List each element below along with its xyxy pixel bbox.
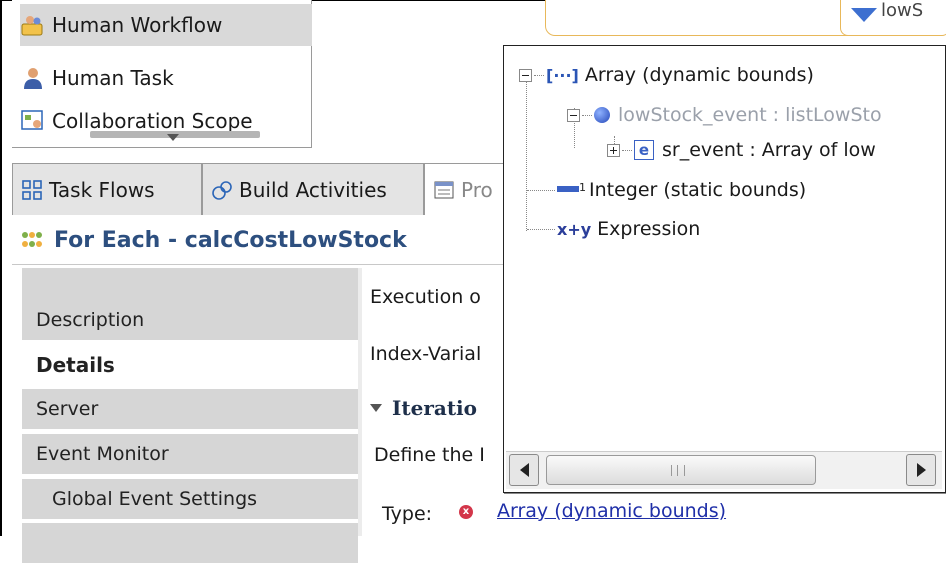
collaboration-scope-icon	[20, 108, 46, 134]
human-workflow-icon	[20, 12, 46, 38]
array-icon: [···]	[546, 65, 579, 85]
for-each-icon	[20, 230, 44, 252]
divider	[12, 264, 512, 265]
tree-node-label: Array (dynamic bounds)	[584, 64, 814, 86]
nav-separator	[358, 268, 362, 536]
index-variable-label: Index-Varial	[370, 343, 482, 365]
tree-node-integer-static[interactable]: 1 Integer (static bounds)	[527, 175, 806, 205]
tab-build-activities[interactable]: Build Activities	[202, 163, 424, 215]
build-activities-icon	[211, 179, 233, 201]
task-flows-icon	[21, 179, 43, 201]
tab-label: Pro	[461, 177, 493, 202]
tab-label: Build Activities	[239, 177, 387, 202]
tree-guide-line	[526, 81, 527, 231]
human-task-icon	[20, 65, 46, 91]
tree-node-label: sr_event : Array of low	[662, 139, 876, 161]
nav-item-label: Global Event Settings	[52, 488, 258, 510]
iteration-section-title: Iteratio	[392, 396, 477, 420]
nav-item-label: Event Monitor	[36, 443, 169, 465]
type-selection-popup: [···] Array (dynamic bounds) lowStock_ev…	[503, 45, 946, 493]
palette-item-human-workflow[interactable]: Human Workflow	[20, 4, 312, 46]
diagram-node[interactable]: lowS	[840, 0, 946, 36]
variable-icon	[594, 107, 610, 123]
scroll-left-button[interactable]	[509, 454, 539, 486]
palette-item-label: Collaboration Scope	[52, 109, 253, 133]
scroll-right-button[interactable]	[906, 454, 936, 486]
nav-item-label: Details	[36, 353, 115, 377]
tree-node-array-dynamic[interactable]: [···] Array (dynamic bounds)	[519, 60, 814, 90]
nav-item-label: Server	[36, 398, 99, 420]
chevron-down-icon[interactable]	[167, 134, 179, 141]
scrollbar-thumb[interactable]	[546, 455, 816, 485]
palette-item-label: Human Task	[52, 66, 174, 90]
tab-properties[interactable]: Pro	[424, 163, 512, 215]
execution-label: Execution o	[370, 286, 481, 308]
properties-icon	[433, 179, 455, 201]
section-title: For Each - calcCostLowStock	[20, 228, 407, 253]
tree-node-sr-event[interactable]: e sr_event : Array of low	[607, 135, 876, 165]
palette-item-label: Human Workflow	[52, 13, 223, 37]
expression-icon: x+y	[557, 219, 592, 239]
expand-triangle-icon	[370, 404, 382, 412]
type-value-link[interactable]: Array (dynamic bounds)	[497, 500, 726, 522]
tab-label: Task Flows	[49, 177, 155, 202]
palette-item-human-task[interactable]: Human Task	[20, 57, 312, 99]
collapse-icon[interactable]	[519, 68, 532, 82]
triangle-icon	[851, 8, 877, 22]
nav-item-global-event-settings[interactable]: Global Event Settings	[22, 479, 358, 521]
tab-task-flows[interactable]: Task Flows	[12, 163, 202, 215]
arrow-right-icon	[916, 463, 926, 477]
error-icon: x	[459, 505, 473, 519]
tree-node-label: Expression	[597, 218, 701, 240]
collapse-icon[interactable]	[567, 108, 580, 122]
tree-node-lowstock-event[interactable]: lowStock_event : listLowSto	[567, 100, 882, 130]
grip-icon	[671, 465, 685, 476]
tree-node-label: Integer (static bounds)	[589, 179, 807, 201]
iteration-section-header[interactable]: Iteratio	[370, 396, 477, 420]
nav-item-description[interactable]: Description	[22, 300, 358, 342]
popup-horizontal-scrollbar[interactable]	[506, 451, 942, 489]
nav-item-server[interactable]: Server	[22, 389, 358, 431]
nav-item-details[interactable]: Details	[22, 345, 358, 387]
section-title-text: For Each - calcCostLowStock	[54, 228, 407, 253]
nav-item-label: Description	[36, 309, 145, 331]
element-icon: e	[634, 140, 654, 160]
arrow-left-icon	[519, 463, 529, 477]
nav-item-event-monitor[interactable]: Event Monitor	[22, 434, 358, 476]
activity-palette: Human Workflow Human Task Collaboration …	[12, 0, 312, 148]
expand-icon[interactable]	[607, 143, 620, 157]
type-label: Type:	[382, 503, 433, 525]
nav-item-blank-bottom[interactable]	[22, 523, 358, 565]
tree-node-label: lowStock_event : listLowSto	[618, 104, 882, 126]
view-tab-bar: Task Flows Build Activities Pro	[12, 163, 512, 215]
tree-node-expression[interactable]: x+y Expression	[527, 214, 700, 244]
integer-icon: 1	[557, 181, 586, 196]
define-text: Define the I	[374, 444, 485, 466]
diagram-node-label: lowS	[881, 0, 924, 21]
